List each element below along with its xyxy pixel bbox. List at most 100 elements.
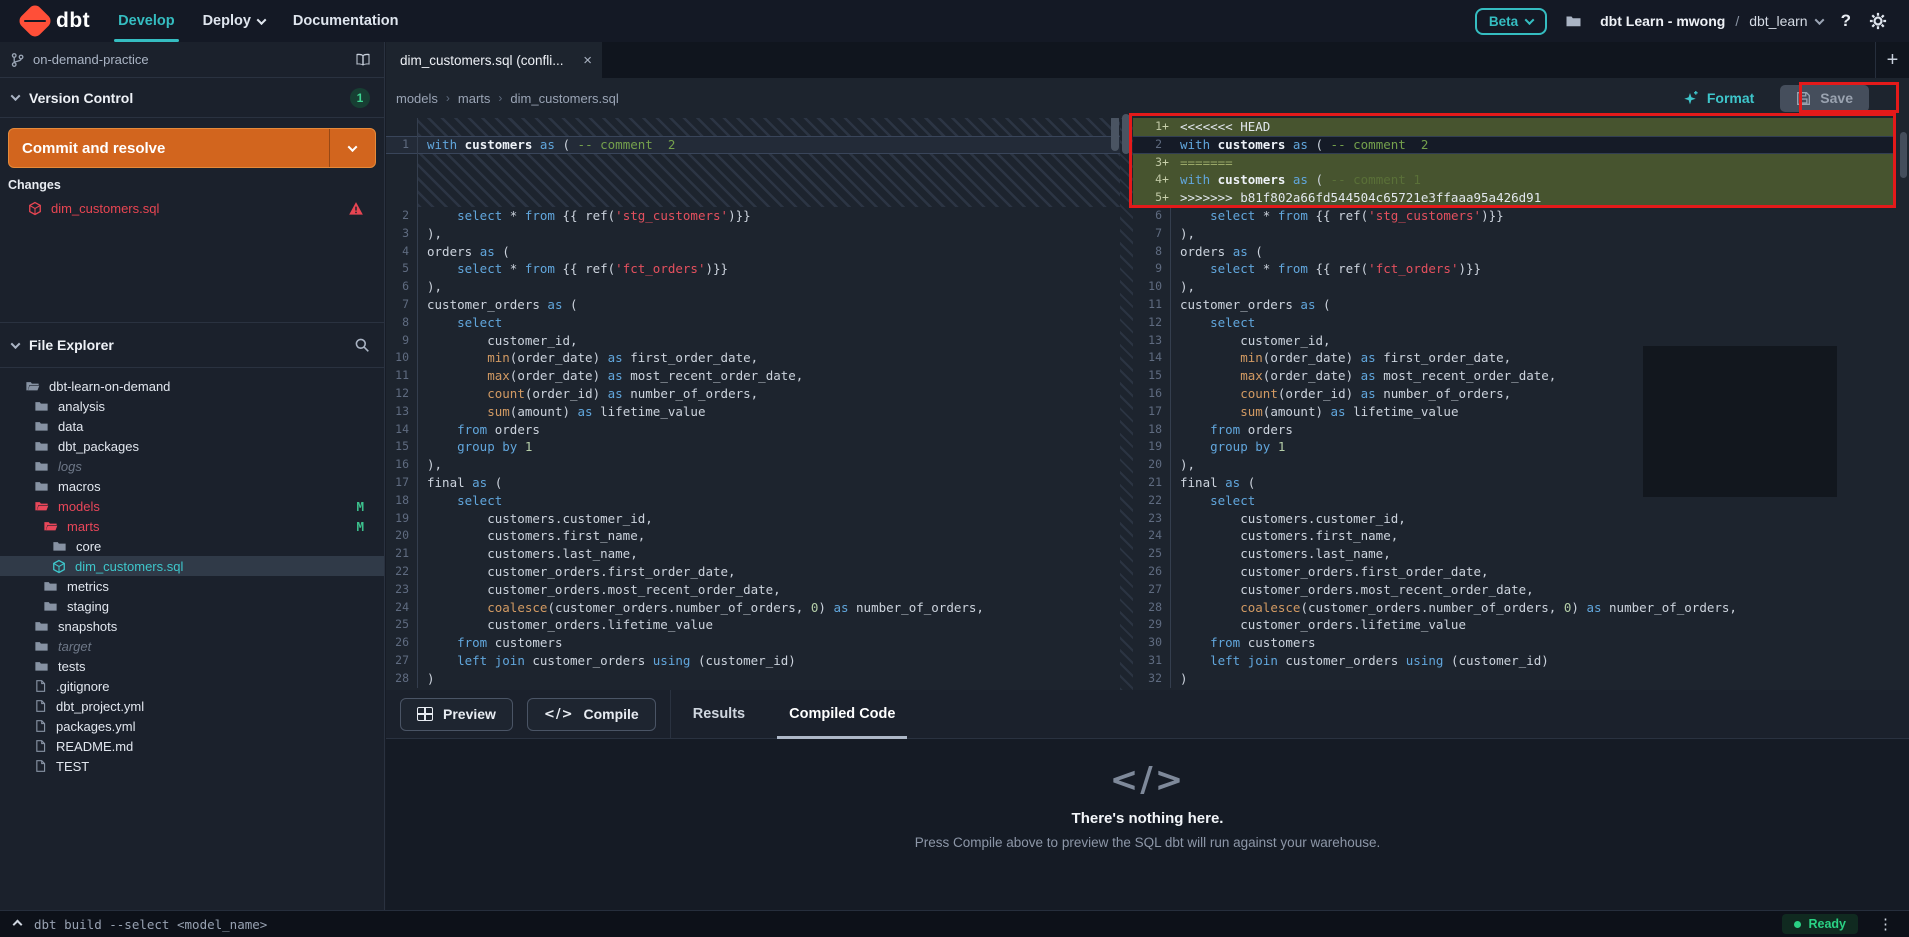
file-tree-item[interactable]: dbt_project.yml [0,696,384,716]
breadcrumb: models › marts › dim_customers.sql [396,91,619,106]
top-nav-right: Beta dbt Learn - mwong / dbt_learn ? [1475,8,1909,35]
file-tree-label: macros [58,479,101,494]
code-line: 2with customers as ( -- comment 2 [1133,136,1893,154]
search-icon[interactable] [354,337,370,353]
table-icon [417,707,433,721]
file-tree-item[interactable]: macros [0,476,384,496]
file-tree-item[interactable]: packages.yml [0,716,384,736]
file-tree-item[interactable]: analysis [0,396,384,416]
tab-results[interactable]: Results [671,690,767,739]
file-tree-label: README.md [56,739,133,754]
code-line: 4orders as ( [386,243,1120,261]
help-icon[interactable]: ? [1841,11,1851,31]
code-line: 23 customers.customer_id, [1133,510,1909,528]
code-line: 8orders as ( [1133,243,1909,261]
save-button[interactable]: Save [1780,85,1869,112]
file-tree-item[interactable]: dbt-learn-on-demand [0,376,384,396]
code-line: 17final as ( [386,474,1120,492]
file-tree-item[interactable]: tests [0,656,384,676]
file-tree-label: .gitignore [56,679,109,694]
folder-icon [34,439,49,453]
nav-documentation[interactable]: Documentation [279,0,413,42]
code-line: 13 sum(amount) as lifetime_value [386,403,1120,421]
file-icon [34,679,47,693]
file-tree-item[interactable]: data [0,416,384,436]
version-control-title: Version Control [29,90,133,106]
tab-dim-customers[interactable]: dim_customers.sql (confli... × [386,42,602,78]
file-explorer-header[interactable]: File Explorer [0,322,384,368]
code-line: 29 customer_orders.lifetime_value [1133,616,1909,634]
file-tree-item[interactable]: martsM [0,516,384,536]
account-breadcrumb[interactable]: dbt Learn - mwong / dbt_learn [1600,13,1823,29]
code-line: 24 coalesce(customer_orders.number_of_or… [386,599,1120,617]
divider-scroll-thumb[interactable] [1122,114,1130,154]
results-toolbar: Preview </> Compile Results Compiled Cod… [386,690,1909,739]
file-tree-label: marts [67,519,100,534]
file-icon [34,739,47,753]
changed-file-row[interactable]: dim_customers.sql [0,198,384,219]
code-line: 16), [386,456,1120,474]
file-tree-item[interactable]: .gitignore [0,676,384,696]
format-button[interactable]: Format [1683,90,1754,106]
empty-state-title: There's nothing here. [386,810,1909,827]
code-line: 3), [386,225,1120,243]
pane-divider[interactable] [1120,118,1133,690]
left-pane-scrollbar[interactable] [1111,118,1119,151]
dbt-logo[interactable]: dbt [0,8,104,34]
new-tab-button[interactable]: + [1875,42,1909,78]
code-line: 25 customers.last_name, [1133,545,1909,563]
close-icon[interactable]: × [575,52,592,69]
beta-dropdown[interactable]: Beta [1475,8,1547,35]
file-tree-item[interactable]: dbt_packages [0,436,384,456]
folder-icon [34,639,49,653]
file-tree-item[interactable]: staging [0,596,384,616]
code-line: 8 select [386,314,1120,332]
code-line: 25 customer_orders.lifetime_value [386,616,1120,634]
breadcrumb-models[interactable]: models [396,91,438,106]
nav-deploy[interactable]: Deploy [189,0,279,42]
kebab-menu-icon[interactable]: ⋮ [1872,915,1899,933]
breadcrumb-marts[interactable]: marts [458,91,491,106]
file-tree-item[interactable]: README.md [0,736,384,756]
code-line: 1with customers as ( -- comment 2 [386,136,1120,154]
file-tree-label: snapshots [58,619,117,634]
nav-develop[interactable]: Develop [104,0,188,42]
command-input[interactable]: dbt build --select <model_name> [34,917,267,932]
file-tree-label: core [76,539,101,554]
tab-compiled-code[interactable]: Compiled Code [767,690,917,739]
file-tree-item[interactable]: core [0,536,384,556]
code-line: 5+>>>>>>> b81f802a66fd544504c65721e3ffaa… [1133,189,1893,207]
branch-name[interactable]: on-demand-practice [33,52,149,67]
folder-open-icon [43,519,58,533]
code-pane-left[interactable]: 1with customers as ( -- comment 22 selec… [386,118,1120,690]
code-line: 21 customers.last_name, [386,545,1120,563]
file-tree-item[interactable]: snapshots [0,616,384,636]
file-tree-label: dbt_project.yml [56,699,144,714]
sparkle-icon [1683,90,1699,106]
file-tree-item[interactable]: dim_customers.sql [0,556,384,576]
preview-button[interactable]: Preview [400,698,513,731]
folder-open-icon [25,379,40,393]
file-tree-item[interactable]: metrics [0,576,384,596]
file-tree-label: dbt-learn-on-demand [49,379,170,394]
file-tree-label: target [58,639,91,654]
commit-options-chevron[interactable] [329,129,375,167]
file-tree-item[interactable]: target [0,636,384,656]
version-control-header[interactable]: Version Control 1 [0,78,384,118]
docs-book-icon[interactable] [354,52,372,68]
commit-and-resolve-button[interactable]: Commit and resolve [8,128,376,168]
gear-icon[interactable] [1869,12,1887,30]
folder-icon [34,399,49,413]
file-tree-item[interactable]: logs [0,456,384,476]
breadcrumb-file[interactable]: dim_customers.sql [510,91,618,106]
compile-button[interactable]: </> Compile [527,698,656,731]
code-pane-right[interactable]: 1+<<<<<<< HEAD2with customers as ( -- co… [1133,118,1909,690]
chevron-up-icon[interactable] [0,921,34,928]
right-pane-scrollbar[interactable] [1900,132,1907,178]
file-tree-item[interactable]: modelsM [0,496,384,516]
status-dot [1794,921,1801,928]
modified-badge: M [356,499,364,514]
file-tree-item[interactable]: TEST [0,756,384,776]
code-icon: </> [386,760,1909,800]
code-line: 1+<<<<<<< HEAD [1133,118,1893,136]
